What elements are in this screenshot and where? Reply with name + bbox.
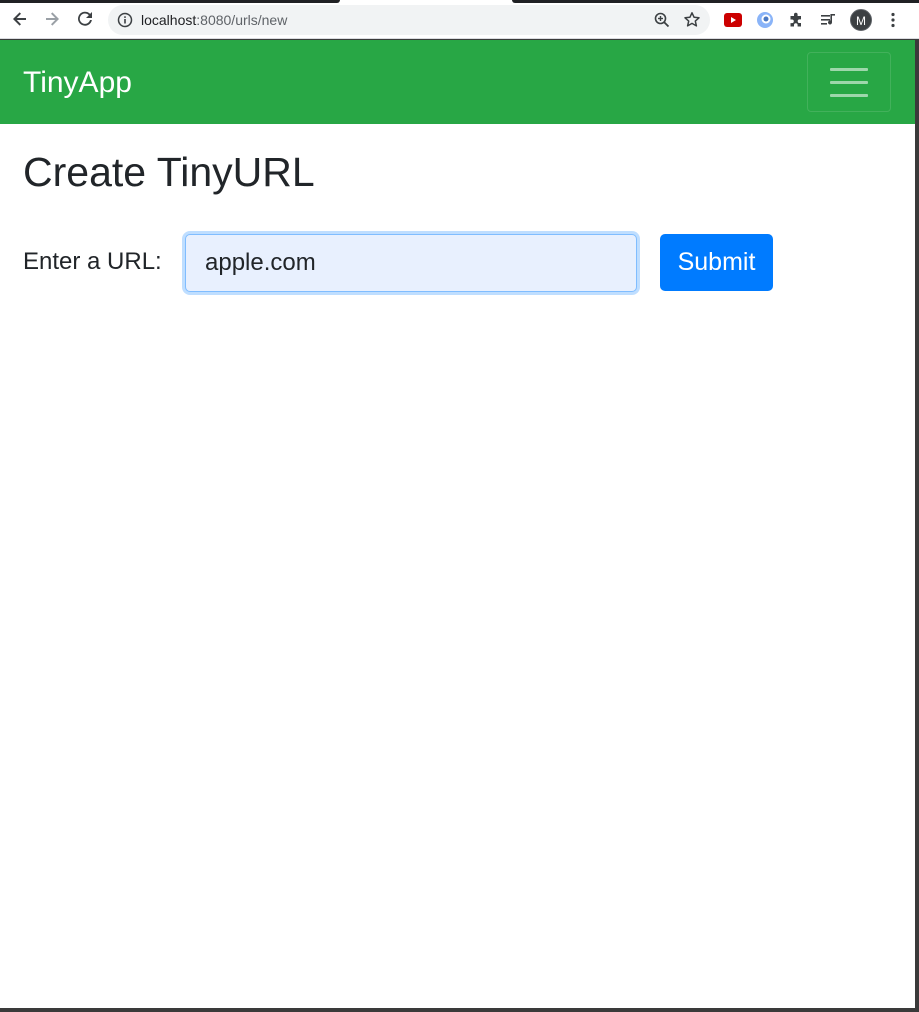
- url-host: localhost: [141, 12, 197, 28]
- other-extension-button[interactable]: [754, 9, 776, 31]
- url-path: :8080/urls/new: [196, 12, 288, 28]
- browser-toolbar: localhost:8080/urls/new M: [0, 3, 919, 39]
- hamburger-menu-icon: [830, 80, 868, 84]
- star-icon[interactable]: [682, 10, 702, 30]
- extensions-button[interactable]: [786, 9, 808, 31]
- back-button[interactable]: [6, 5, 34, 33]
- browser-menu-button[interactable]: [882, 9, 904, 31]
- url-text: localhost:8080/urls/new: [141, 12, 287, 28]
- reload-button[interactable]: [71, 5, 99, 33]
- arrow-right-icon: [46, 12, 59, 26]
- more-vert-icon: [891, 12, 895, 28]
- url-input[interactable]: [185, 234, 637, 292]
- forward-button[interactable]: [38, 5, 66, 33]
- page-viewport: TinyApp Create TinyURL Enter a URL: Subm…: [0, 40, 915, 1008]
- media-control-icon: [821, 14, 835, 25]
- address-bar[interactable]: localhost:8080/urls/new: [108, 5, 710, 35]
- page-title: Create TinyURL: [23, 149, 315, 195]
- info-icon[interactable]: [117, 12, 133, 28]
- arrow-left-icon: [13, 12, 26, 26]
- youtube-extension-icon: [724, 13, 742, 27]
- extension-badge-icon: [757, 12, 773, 28]
- window-frame-right: [915, 40, 919, 1012]
- puzzle-icon: [790, 12, 801, 27]
- profile-avatar[interactable]: M: [850, 9, 872, 31]
- zoom-icon[interactable]: [652, 10, 672, 30]
- hamburger-menu-icon: [830, 93, 868, 97]
- window-frame-bottom: [0, 1008, 919, 1012]
- navbar-toggler-button[interactable]: [807, 52, 891, 112]
- youtube-extension-button[interactable]: [722, 9, 744, 31]
- navbar-brand[interactable]: TinyApp: [23, 66, 132, 100]
- hamburger-menu-icon: [830, 67, 868, 71]
- media-control-button[interactable]: [817, 9, 839, 31]
- navbar: TinyApp: [0, 40, 915, 124]
- submit-button[interactable]: Submit: [660, 234, 773, 291]
- reload-icon: [78, 11, 92, 26]
- url-field-label: Enter a URL:: [23, 248, 162, 275]
